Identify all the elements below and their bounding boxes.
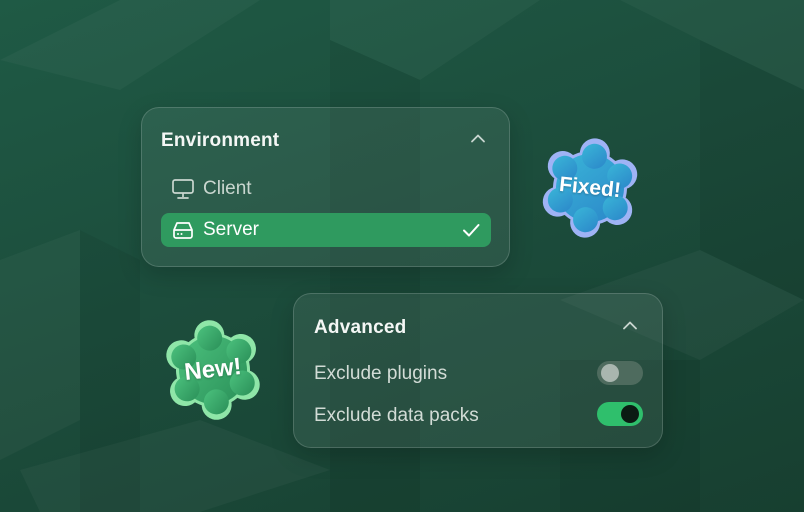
monitor-icon bbox=[172, 179, 194, 199]
toggle-knob bbox=[621, 405, 639, 423]
chevron-up-icon[interactable] bbox=[469, 130, 487, 148]
toggle-knob bbox=[601, 364, 619, 382]
exclude-data-packs-label: Exclude data packs bbox=[314, 405, 479, 426]
option-server[interactable]: Server bbox=[161, 213, 491, 247]
advanced-title: Advanced bbox=[314, 317, 407, 338]
checkmark-icon bbox=[463, 224, 480, 237]
option-server-label: Server bbox=[203, 219, 259, 240]
exclude-data-packs-toggle[interactable] bbox=[597, 402, 643, 426]
option-client-label: Client bbox=[203, 178, 252, 199]
option-client[interactable]: Client bbox=[161, 172, 491, 206]
fixed-badge: Fixed! bbox=[536, 136, 644, 240]
environment-title: Environment bbox=[161, 130, 280, 151]
server-icon bbox=[173, 222, 193, 239]
exclude-plugins-label: Exclude plugins bbox=[314, 363, 448, 384]
chevron-up-icon[interactable] bbox=[621, 317, 639, 335]
advanced-panel: Advanced Exclude plugins Exclude data pa… bbox=[293, 293, 663, 448]
new-badge: New! bbox=[160, 318, 266, 422]
environment-panel: Environment Client Server bbox=[141, 107, 510, 267]
exclude-plugins-toggle[interactable] bbox=[597, 361, 643, 385]
